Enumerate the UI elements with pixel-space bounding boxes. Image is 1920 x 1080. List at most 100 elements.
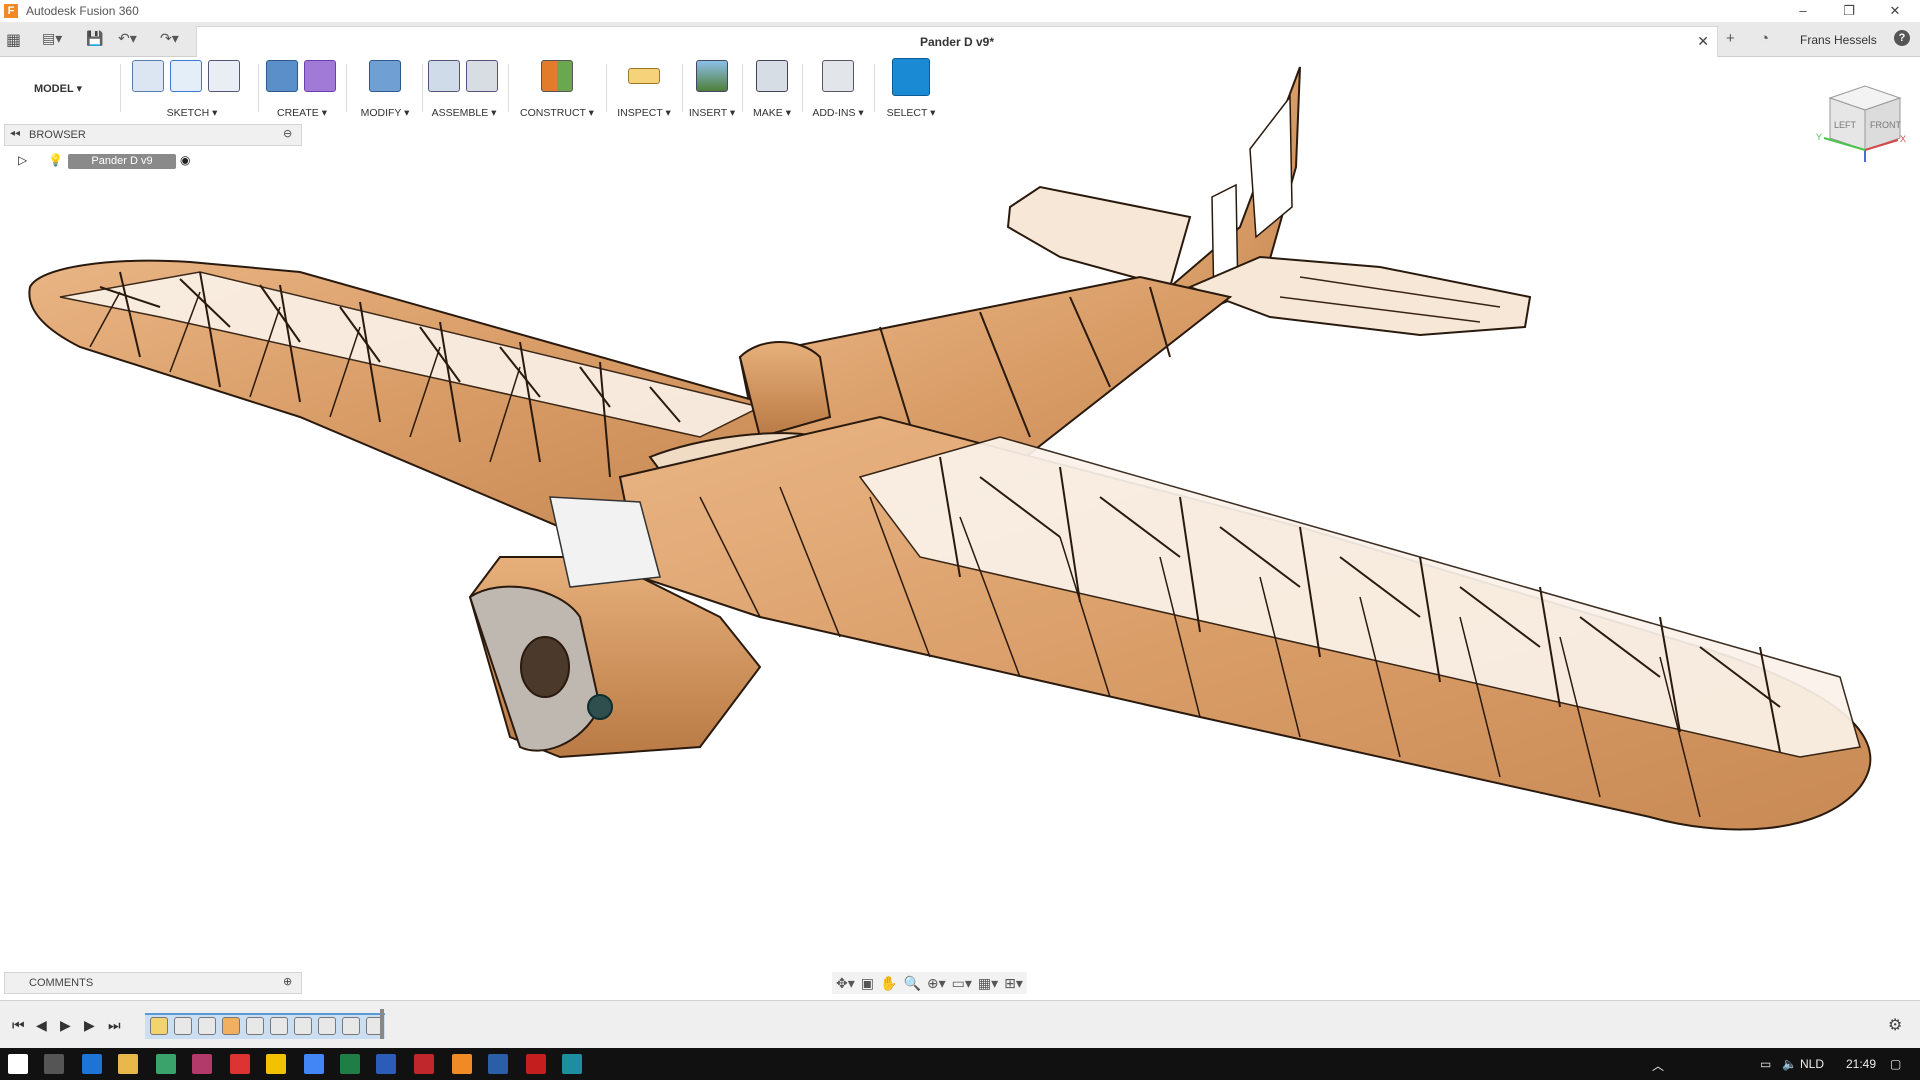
look-at-icon[interactable]: ▣ [861,975,874,992]
app-icon[interactable] [230,1054,250,1074]
help-icon[interactable]: ? [1894,30,1910,46]
add-comment-icon[interactable]: ⊕ [283,975,292,988]
edge-icon[interactable] [82,1054,102,1074]
3d-print-icon[interactable] [756,60,788,92]
toolbar-group-insert[interactable]: INSERT ▾ [686,60,738,120]
viewcube-front-face[interactable]: FRONT [1870,120,1901,130]
viewcube-left-face[interactable]: LEFT [1834,120,1857,130]
canvas-viewport[interactable] [0,57,1920,1000]
browser-minimize-icon[interactable]: ⊖ [283,127,292,140]
inspect-label[interactable]: INSPECT ▾ [610,107,678,119]
timeline-feature[interactable] [246,1017,264,1035]
expand-node-icon[interactable]: ▷ [18,153,27,167]
toolbar-group-create[interactable]: CREATE ▾ [266,60,338,120]
app-icon[interactable] [562,1054,582,1074]
chrome-icon[interactable] [304,1054,324,1074]
task-view-icon[interactable] [44,1054,64,1074]
create-label[interactable]: CREATE ▾ [266,107,338,119]
collapse-browser-icon[interactable]: ◂◂ [10,128,20,139]
root-component-node[interactable]: Pander D v9 [68,154,176,169]
create-form-icon[interactable] [304,60,336,92]
play-icon[interactable]: ▶ [60,1017,71,1034]
grid-settings-icon[interactable]: ▦▾ [978,975,998,992]
go-to-end-icon[interactable]: ⏭ [108,1017,121,1034]
close-tab-icon[interactable]: ✕ [1697,33,1709,50]
timeline-feature[interactable] [294,1017,312,1035]
document-tab[interactable]: Pander D v9* ✕ [196,26,1718,57]
modify-label[interactable]: MODIFY ▾ [352,107,418,119]
measure-icon[interactable] [628,68,660,84]
clock[interactable]: 21:49 [1846,1057,1876,1071]
app-icon[interactable] [488,1054,508,1074]
timeline-feature[interactable] [198,1017,216,1035]
offset-plane-icon[interactable] [541,60,573,92]
data-panel-grid-icon[interactable]: ▦ [6,30,21,50]
airplane-model-render[interactable] [0,57,1920,1000]
toolbar-group-sketch[interactable]: SKETCH ▾ [132,60,252,120]
toolbar-group-construct[interactable]: CONSTRUCT ▾ [514,60,600,120]
app-icon[interactable] [414,1054,434,1074]
insert-label[interactable]: INSERT ▾ [686,107,738,119]
press-pull-icon[interactable] [369,60,401,92]
construct-label[interactable]: CONSTRUCT ▾ [514,107,600,119]
app-icon[interactable] [266,1054,286,1074]
select-icon[interactable] [892,58,930,96]
browser-panel-header[interactable]: ◂◂ BROWSER ⊖ [4,124,302,146]
assemble-label[interactable]: ASSEMBLE ▾ [428,107,500,119]
workspace-switcher[interactable]: MODEL ▾ [8,82,108,95]
comments-panel-header[interactable]: COMMENTS ⊕ [4,972,302,994]
app-icon[interactable] [192,1054,212,1074]
job-status-icon[interactable]: ◔ [1760,30,1769,47]
network-icon[interactable]: ▭ [1760,1057,1771,1071]
timeline-marker[interactable] [380,1009,384,1039]
timeline-settings-icon[interactable]: ⚙ [1888,1015,1902,1035]
new-tab-button[interactable]: + [1726,30,1735,47]
toolbar-group-inspect[interactable]: INSPECT ▾ [610,60,678,120]
viewports-icon[interactable]: ⊞▾ [1004,975,1023,992]
toolbar-group-make[interactable]: MAKE ▾ [746,60,798,120]
close-window-button[interactable]: ✕ [1872,0,1918,22]
fusion-taskbar-icon[interactable] [452,1054,472,1074]
toolbar-group-assemble[interactable]: ASSEMBLE ▾ [428,60,500,120]
timeline-feature[interactable] [270,1017,288,1035]
acrobat-icon[interactable] [526,1054,546,1074]
new-component-icon[interactable] [428,60,460,92]
file-menu-icon[interactable]: ▤▾ [42,30,62,47]
visibility-bulb-icon[interactable]: 💡 [48,153,63,167]
view-cube[interactable]: LEFT FRONT X Y [1810,80,1910,170]
extrude-icon[interactable] [266,60,298,92]
create-sketch-icon[interactable] [132,60,164,92]
word-icon[interactable] [376,1054,396,1074]
timeline-feature[interactable] [222,1017,240,1035]
app-icon[interactable] [156,1054,176,1074]
scripts-add-ins-icon[interactable] [822,60,854,92]
start-icon[interactable] [8,1054,28,1074]
notifications-icon[interactable]: ▢ [1890,1057,1901,1071]
activate-component-icon[interactable]: ◉ [180,153,190,167]
step-forward-icon[interactable]: ▶ [84,1017,95,1034]
pan-icon[interactable]: ✋ [880,975,897,992]
add-ins-label[interactable]: ADD-INS ▾ [806,107,870,119]
sketch-label[interactable]: SKETCH ▾ [132,107,252,119]
fit-zoom-icon[interactable]: ⊕▾ [927,975,946,992]
user-account-menu[interactable]: Frans Hessels [1800,33,1877,47]
volume-icon[interactable]: 🔈 [1782,1057,1797,1071]
toolbar-group-select[interactable]: SELECT ▾ [878,58,944,120]
display-settings-icon[interactable]: ▭▾ [952,975,972,992]
language-indicator[interactable]: NLD [1800,1057,1824,1071]
joint-icon[interactable] [466,60,498,92]
orbit-icon[interactable]: ✥▾ [836,975,855,992]
toolbar-group-modify[interactable]: MODIFY ▾ [352,60,418,120]
timeline-feature[interactable] [342,1017,360,1035]
make-label[interactable]: MAKE ▾ [746,107,798,119]
excel-icon[interactable] [340,1054,360,1074]
step-back-icon[interactable]: ◀ [36,1017,47,1034]
minimize-button[interactable]: – [1780,0,1826,22]
tray-overflow-icon[interactable]: ︿ [1652,1057,1664,1074]
timeline-sketch-feature[interactable] [150,1017,168,1035]
file-explorer-icon[interactable] [118,1054,138,1074]
undo-icon[interactable]: ↶▾ [118,30,137,47]
zoom-icon[interactable]: 🔍 [903,975,920,992]
go-to-start-icon[interactable]: ⏮ [12,1017,25,1034]
toolbar-group-add-ins[interactable]: ADD-INS ▾ [806,60,870,120]
